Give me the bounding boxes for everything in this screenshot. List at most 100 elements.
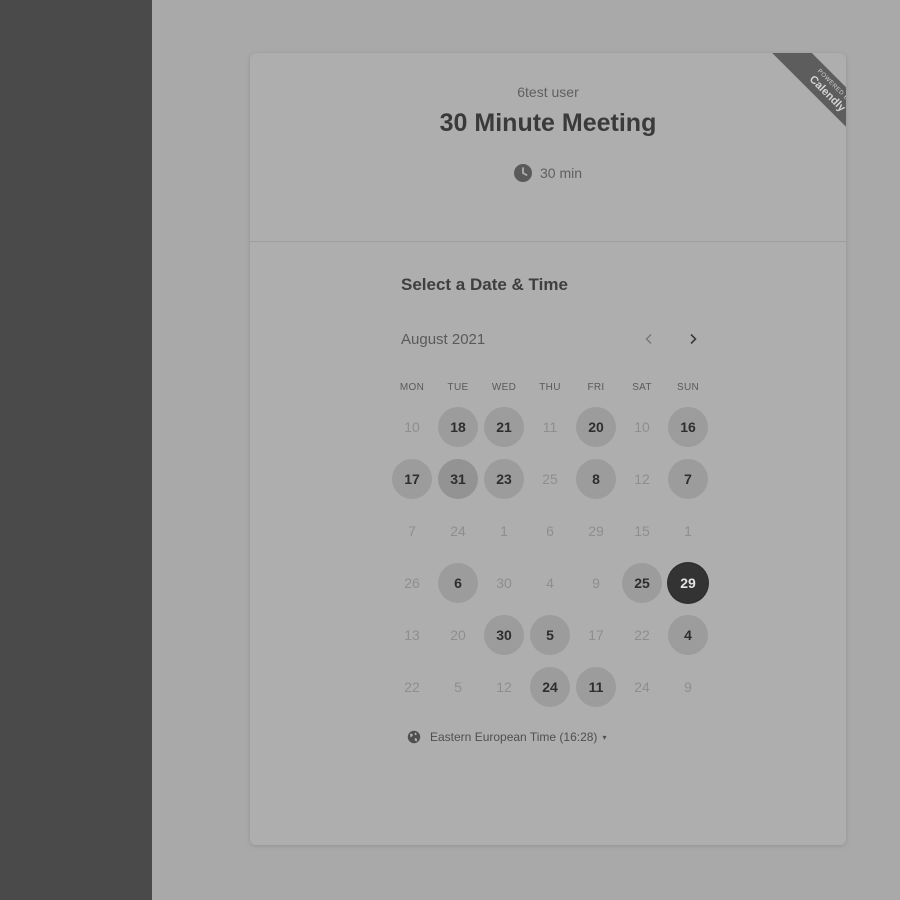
calendar-grid: 10 18 21 11 20 10 16 17 31 23 25 8 12 7 7 24 1 6 29 15 1 26 6 3… bbox=[389, 401, 711, 713]
day-number: 21 bbox=[484, 407, 524, 447]
day-number: 25 bbox=[622, 563, 662, 603]
day-number: 5 bbox=[454, 679, 462, 695]
day-number: 4 bbox=[546, 575, 554, 591]
day-number: 24 bbox=[530, 667, 570, 707]
page: POWERED BY Calendly 6test user 30 Minute… bbox=[0, 0, 900, 900]
left-overlay-panel bbox=[0, 0, 152, 900]
timezone-selector[interactable]: Eastern European Time (16:28) ▾ bbox=[407, 730, 606, 744]
day-number: 29 bbox=[588, 523, 604, 539]
day-cell: 10 bbox=[389, 401, 435, 453]
day-number: 25 bbox=[542, 471, 558, 487]
day-cell-available[interactable]: 8 bbox=[573, 453, 619, 505]
day-cell: 29 bbox=[573, 505, 619, 557]
day-cell: 25 bbox=[527, 453, 573, 505]
weekday-label: SUN bbox=[676, 382, 699, 393]
day-number: 20 bbox=[576, 407, 616, 447]
chevron-right-icon bbox=[690, 333, 697, 345]
day-cell: 22 bbox=[619, 609, 665, 661]
day-number: 1 bbox=[500, 523, 508, 539]
day-number: 16 bbox=[668, 407, 708, 447]
organizer-name: 6test user bbox=[517, 84, 579, 100]
day-number: 10 bbox=[404, 419, 420, 435]
chevron-left-icon bbox=[645, 334, 652, 344]
day-cell-available[interactable]: 31 bbox=[435, 453, 481, 505]
day-cell: 13 bbox=[389, 609, 435, 661]
day-cell-available[interactable]: 25 bbox=[619, 557, 665, 609]
day-cell: 10 bbox=[619, 401, 665, 453]
day-cell-available[interactable]: 7 bbox=[665, 453, 711, 505]
weekday-header: MON TUE WED THU FRI SAT SUN bbox=[389, 382, 711, 393]
booking-card: POWERED BY Calendly 6test user 30 Minute… bbox=[250, 53, 846, 845]
day-cell: 26 bbox=[389, 557, 435, 609]
day-cell-available[interactable]: 4 bbox=[665, 609, 711, 661]
month-label: August 2021 bbox=[401, 331, 486, 348]
day-cell: 11 bbox=[527, 401, 573, 453]
day-number: 17 bbox=[588, 627, 604, 643]
day-cell-available[interactable]: 30 bbox=[481, 609, 527, 661]
clock-icon bbox=[513, 164, 532, 182]
day-number: 29 bbox=[668, 563, 708, 603]
day-cell: 9 bbox=[665, 661, 711, 713]
day-cell-available[interactable]: 21 bbox=[481, 401, 527, 453]
day-cell-available[interactable]: 24 bbox=[527, 661, 573, 713]
day-number: 10 bbox=[634, 419, 650, 435]
day-cell-available[interactable]: 6 bbox=[435, 557, 481, 609]
day-cell-available[interactable]: 16 bbox=[665, 401, 711, 453]
day-number: 6 bbox=[438, 563, 478, 603]
weekday-label: TUE bbox=[447, 382, 469, 393]
day-cell: 12 bbox=[619, 453, 665, 505]
previous-month-button[interactable] bbox=[633, 323, 665, 355]
day-number: 31 bbox=[438, 459, 478, 499]
day-cell: 22 bbox=[389, 661, 435, 713]
day-cell-available[interactable]: 11 bbox=[573, 661, 619, 713]
day-number: 9 bbox=[684, 679, 692, 695]
day-number: 7 bbox=[668, 459, 708, 499]
day-cell: 24 bbox=[435, 505, 481, 557]
day-number: 18 bbox=[438, 407, 478, 447]
event-title: 30 Minute Meeting bbox=[439, 109, 657, 137]
day-number: 24 bbox=[450, 523, 466, 539]
weekday-label: SAT bbox=[632, 382, 652, 393]
day-number: 5 bbox=[530, 615, 570, 655]
day-number: 26 bbox=[404, 575, 420, 591]
day-cell: 24 bbox=[619, 661, 665, 713]
weekday-label: THU bbox=[539, 382, 561, 393]
day-number: 15 bbox=[634, 523, 650, 539]
event-header: 6test user 30 Minute Meeting 30 min bbox=[250, 53, 846, 242]
day-number: 6 bbox=[546, 523, 554, 539]
day-cell-available[interactable]: 18 bbox=[435, 401, 481, 453]
globe-icon bbox=[407, 730, 421, 744]
day-cell-available[interactable]: 5 bbox=[527, 609, 573, 661]
day-number: 12 bbox=[634, 471, 650, 487]
day-cell: 20 bbox=[435, 609, 481, 661]
day-number: 7 bbox=[408, 523, 416, 539]
day-cell: 5 bbox=[435, 661, 481, 713]
day-number: 30 bbox=[496, 575, 512, 591]
day-cell: 1 bbox=[665, 505, 711, 557]
section-title: Select a Date & Time bbox=[401, 275, 568, 294]
day-cell-available[interactable]: 17 bbox=[389, 453, 435, 505]
day-number: 9 bbox=[592, 575, 600, 591]
day-number: 11 bbox=[542, 419, 558, 435]
day-number: 22 bbox=[404, 679, 420, 695]
day-cell: 1 bbox=[481, 505, 527, 557]
weekday-label: FRI bbox=[587, 382, 605, 393]
day-number: 8 bbox=[576, 459, 616, 499]
duration-label: 30 min bbox=[539, 165, 583, 181]
day-cell-available[interactable]: 20 bbox=[573, 401, 619, 453]
day-cell: 17 bbox=[573, 609, 619, 661]
day-number: 17 bbox=[392, 459, 432, 499]
day-number: 24 bbox=[634, 679, 650, 695]
day-number: 13 bbox=[404, 627, 420, 643]
day-number: 1 bbox=[684, 523, 692, 539]
day-cell-available[interactable]: 23 bbox=[481, 453, 527, 505]
timezone-label: Eastern European Time (16:28) bbox=[430, 730, 598, 744]
day-cell: 7 bbox=[389, 505, 435, 557]
day-cell-selected[interactable]: 29 bbox=[665, 557, 711, 609]
next-month-button[interactable] bbox=[677, 323, 709, 355]
day-number: 30 bbox=[484, 615, 524, 655]
day-cell: 15 bbox=[619, 505, 665, 557]
day-number: 23 bbox=[484, 459, 524, 499]
day-number: 4 bbox=[668, 615, 708, 655]
day-cell: 6 bbox=[527, 505, 573, 557]
